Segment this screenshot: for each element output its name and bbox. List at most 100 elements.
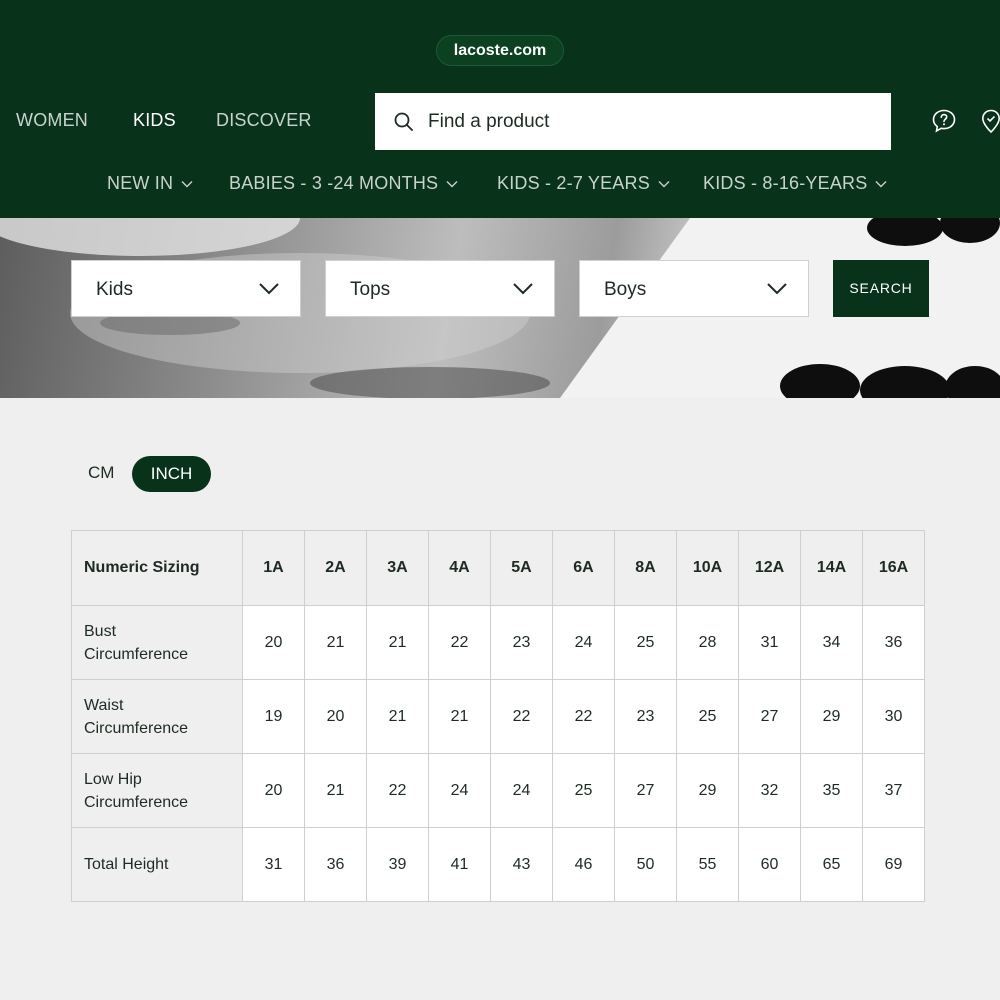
size-header: 2A [304, 530, 367, 606]
size-header: 3A [366, 530, 429, 606]
search-icon [394, 112, 413, 131]
table-cell: 55 [676, 827, 739, 902]
table-cell: 20 [242, 753, 305, 828]
table-cell: 21 [304, 753, 367, 828]
table-cell: 50 [614, 827, 677, 902]
category-select[interactable]: Kids [71, 260, 301, 317]
table-row: Bust Circumference 20 21 21 22 23 24 25 2… [71, 605, 925, 680]
product-type-select-value: Tops [350, 279, 391, 300]
chevron-down-icon [767, 283, 787, 295]
subnav-kids-8-16[interactable]: KIDS - 8-16-YEARS [703, 173, 887, 194]
table-cell: 21 [304, 605, 367, 680]
subnav-kids-2-7-label: KIDS - 2-7 YEARS [497, 173, 650, 193]
size-header: 10A [676, 530, 739, 606]
table-cell: 36 [304, 827, 367, 902]
table-cell: 21 [366, 605, 429, 680]
table-cell: 22 [552, 679, 615, 754]
table-cell: 25 [676, 679, 739, 754]
subnav-babies-label: BABIES - 3 -24 MONTHS [229, 173, 439, 193]
nav-women[interactable]: WOMEN [16, 110, 88, 131]
table-row: Low Hip Circumference 20 21 22 24 24 25 2… [71, 753, 925, 828]
unit-cm-toggle[interactable]: CM [88, 463, 114, 483]
url-pill[interactable]: lacoste.com [436, 35, 564, 66]
hero-banner: Kids Tops Boys SEARCH [0, 218, 1000, 398]
row-label: Bust Circumference [71, 605, 243, 680]
table-cell: 28 [676, 605, 739, 680]
product-type-select[interactable]: Tops [325, 260, 555, 317]
table-cell: 34 [800, 605, 863, 680]
table-cell: 39 [366, 827, 429, 902]
table-cell: 21 [428, 679, 491, 754]
size-header: 8A [614, 530, 677, 606]
table-cell: 23 [490, 605, 553, 680]
subnav-kids-8-16-label: KIDS - 8-16-YEARS [703, 173, 868, 193]
nav-kids[interactable]: KIDS [133, 110, 176, 131]
size-header: 4A [428, 530, 491, 606]
site-header: lacoste.com WOMEN KIDS DISCOVER Find a p… [0, 0, 1000, 218]
table-cell: 37 [862, 753, 925, 828]
size-header: 16A [862, 530, 925, 606]
table-cell: 31 [242, 827, 305, 902]
chevron-down-icon [513, 283, 533, 295]
size-chart-table: Numeric Sizing 1A 2A 3A 4A 5A 6A 8A 10A … [71, 530, 925, 902]
subnav-babies[interactable]: BABIES - 3 -24 MONTHS [229, 173, 458, 194]
table-cell: 36 [862, 605, 925, 680]
table-row: Total Height 31 36 39 41 43 46 50 55 60 … [71, 827, 925, 902]
row-label-line1: Low Hip [84, 770, 142, 788]
table-cell: 25 [614, 605, 677, 680]
table-cell: 27 [614, 753, 677, 828]
gender-select[interactable]: Boys [579, 260, 809, 317]
search-input[interactable]: Find a product [375, 93, 891, 150]
table-header-row: Numeric Sizing 1A 2A 3A 4A 5A 6A 8A 10A … [71, 530, 925, 606]
chevron-down-icon [446, 181, 458, 188]
table-cell: 27 [738, 679, 801, 754]
row-label-line1: Total Height [84, 856, 169, 873]
row-label: Total Height [71, 827, 243, 902]
table-row: Waist Circumference 19 20 21 21 22 22 23 … [71, 679, 925, 754]
chevron-down-icon [875, 181, 887, 188]
search-placeholder: Find a product [428, 111, 550, 132]
table-cell: 22 [490, 679, 553, 754]
chevron-down-icon [181, 181, 193, 188]
store-locator-icon[interactable] [978, 108, 1000, 134]
table-cell: 31 [738, 605, 801, 680]
unit-inch-toggle[interactable]: INCH [132, 456, 211, 492]
table-cell: 25 [552, 753, 615, 828]
chevron-down-icon [658, 181, 670, 188]
table-cell: 24 [552, 605, 615, 680]
table-cell: 29 [800, 679, 863, 754]
size-header: 1A [242, 530, 305, 606]
size-header: 12A [738, 530, 801, 606]
table-cell: 35 [800, 753, 863, 828]
search-button[interactable]: SEARCH [833, 260, 929, 317]
table-cell: 24 [428, 753, 491, 828]
table-cell: 20 [242, 605, 305, 680]
subnav-new-in-label: NEW IN [107, 173, 174, 193]
help-icon[interactable] [931, 108, 957, 134]
table-cell: 60 [738, 827, 801, 902]
row-label-line1: Waist [84, 696, 124, 714]
table-cell: 22 [366, 753, 429, 828]
gender-select-value: Boys [604, 279, 647, 300]
size-header: 5A [490, 530, 553, 606]
table-cell: 20 [304, 679, 367, 754]
table-cell: 65 [800, 827, 863, 902]
subnav-new-in[interactable]: NEW IN [107, 173, 193, 194]
table-cell: 19 [242, 679, 305, 754]
table-cell: 24 [490, 753, 553, 828]
table-cell: 23 [614, 679, 677, 754]
row-label-line2: Circumference [84, 793, 189, 811]
row-label: Waist Circumference [71, 679, 243, 754]
chevron-down-icon [259, 283, 279, 295]
nav-discover[interactable]: DISCOVER [216, 110, 312, 131]
table-cell: 21 [366, 679, 429, 754]
table-header-label: Numeric Sizing [71, 530, 243, 606]
table-cell: 29 [676, 753, 739, 828]
category-select-value: Kids [96, 279, 133, 300]
row-label-line1: Bust [84, 622, 117, 640]
size-header: 14A [800, 530, 863, 606]
table-cell: 46 [552, 827, 615, 902]
table-cell: 30 [862, 679, 925, 754]
row-label-line2: Circumference [84, 719, 189, 737]
subnav-kids-2-7[interactable]: KIDS - 2-7 YEARS [497, 173, 670, 194]
